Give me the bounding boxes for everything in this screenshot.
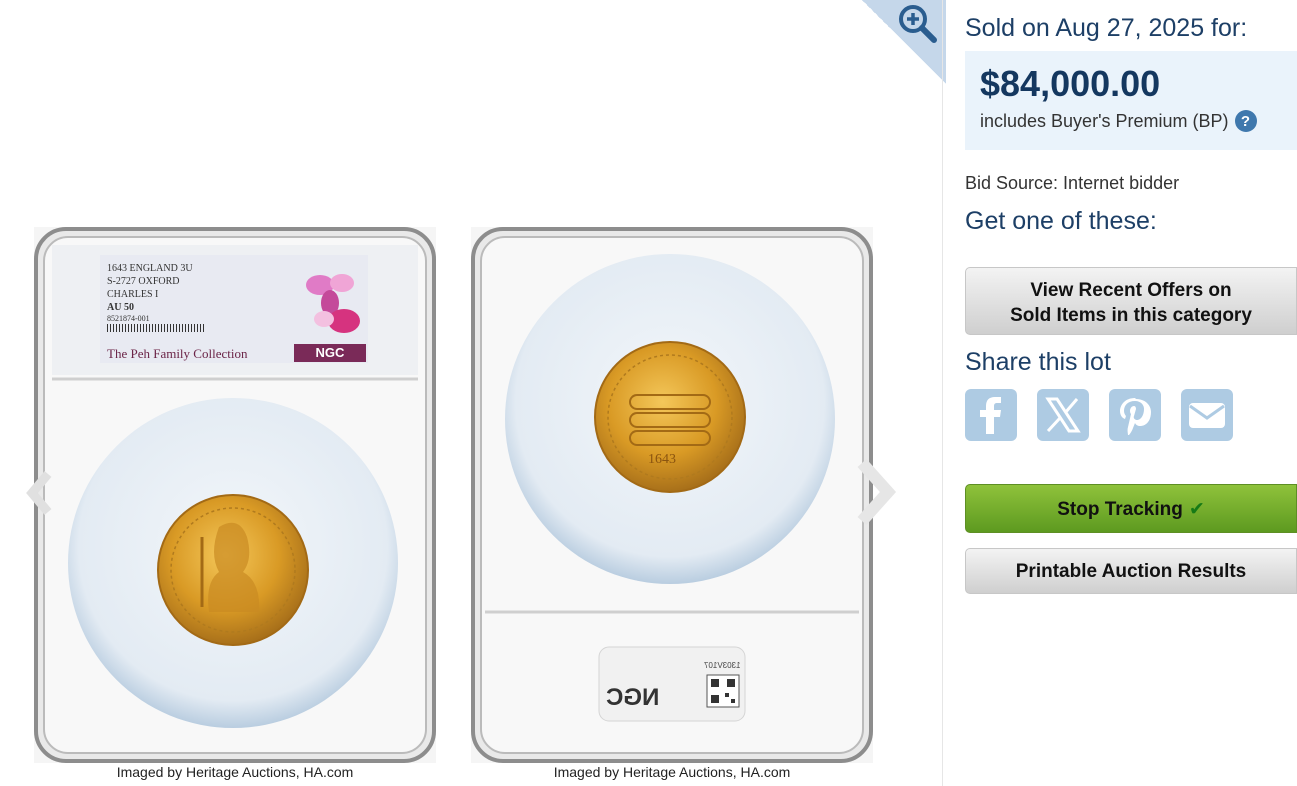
panel-divider [942,0,943,786]
buyers-premium-text: includes Buyer's Premium (BP) [980,110,1229,131]
view-recent-offers-button[interactable]: View Recent Offers on Sold Items in this… [965,267,1297,335]
collection-name: The Peh Family Collection [107,346,248,361]
email-icon[interactable] [1181,389,1233,441]
label-line2: S-2727 OXFORD [107,276,180,287]
label-line1: 1643 ENGLAND 3U [107,263,193,274]
next-image-arrow[interactable] [848,455,908,530]
sold-date-label: Sold on Aug 27, 2025 for: [965,14,1248,42]
label-line3: CHARLES I [107,289,159,300]
pinterest-icon[interactable] [1109,389,1161,441]
prev-image-arrow[interactable] [20,468,60,518]
orchid-image [306,274,360,333]
printable-results-button[interactable]: Printable Auction Results [965,548,1297,594]
buyers-premium-note: includes Buyer's Premium (BP) ? [980,110,1257,132]
x-icon[interactable] [1037,389,1089,441]
image-caption: Imaged by Heritage Auctions, HA.com [553,764,791,780]
ngc-logo: NGC [294,344,366,362]
reverse-cert: 1303V107 [704,661,741,670]
price-box: $84,000.00 includes Buyer's Premium (BP)… [965,51,1297,150]
reverse-ngc-logo: NGC [606,684,660,711]
share-icons [965,389,1253,441]
check-icon: ✔ [1188,499,1205,520]
coin-date: 1643 [648,452,676,467]
get-one-heading: Get one of these: [965,207,1157,235]
sold-price: $84,000.00 [980,63,1161,104]
bid-source: Bid Source: Internet bidder [965,173,1180,193]
image-caption: Imaged by Heritage Auctions, HA.com [116,764,354,780]
offers-button-line2: Sold Items in this category [1010,305,1252,326]
label-cert: 8521874-001 [107,314,150,323]
help-icon[interactable]: ? [1234,110,1257,132]
slab-label: 1643 ENGLAND 3U S-2727 OXFORD CHARLES I … [100,255,368,363]
reverse-slab-image[interactable] [471,227,873,763]
stop-tracking-button[interactable]: Stop Tracking ✔ [965,484,1297,533]
barcode [107,324,205,332]
share-heading: Share this lot [965,348,1111,376]
offers-button-line1: View Recent Offers on [1030,280,1232,301]
zoom-in-icon[interactable] [896,2,938,44]
stop-tracking-label: Stop Tracking [1057,499,1183,520]
facebook-icon[interactable] [965,389,1017,441]
label-grade: AU 50 [107,302,134,313]
